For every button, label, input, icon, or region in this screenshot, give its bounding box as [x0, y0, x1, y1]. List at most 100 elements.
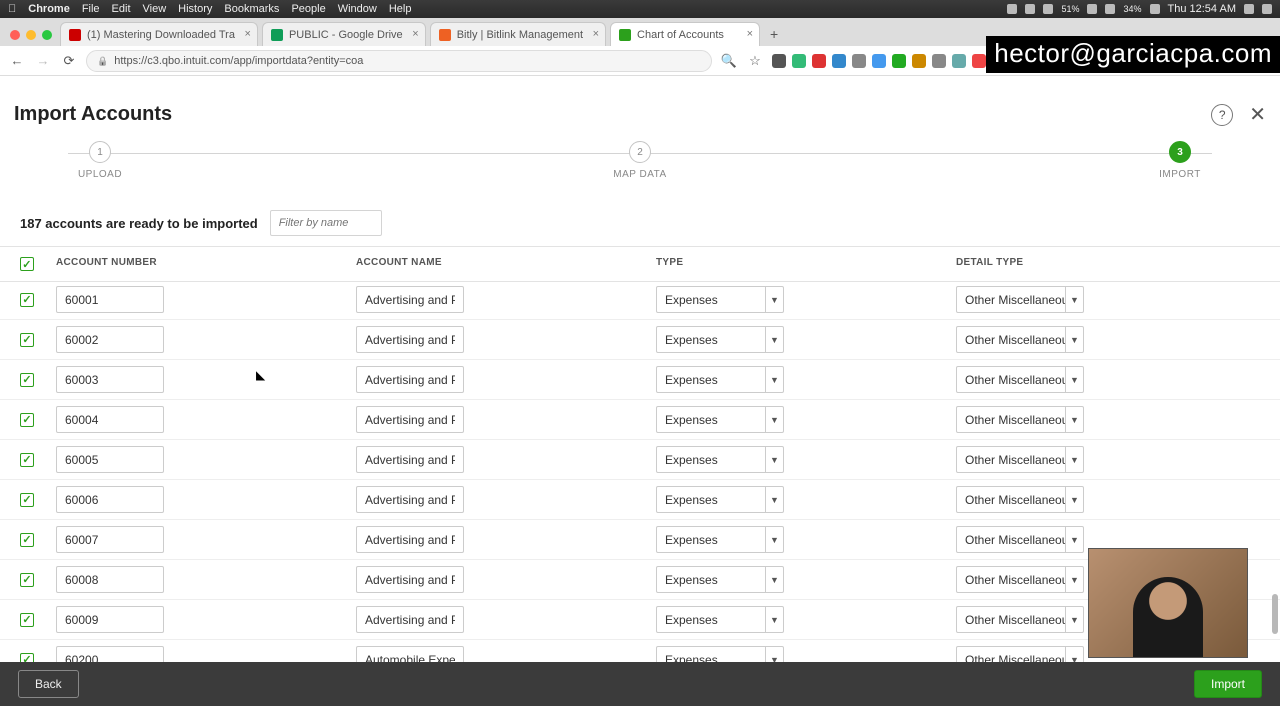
extension-icon[interactable] — [852, 54, 866, 68]
chevron-down-icon[interactable]: ▼ — [765, 367, 783, 392]
extension-icon[interactable] — [932, 54, 946, 68]
row-checkbox[interactable] — [20, 413, 34, 427]
account-name-input[interactable] — [356, 486, 464, 513]
chevron-down-icon[interactable]: ▼ — [1065, 527, 1083, 552]
account-name-input[interactable] — [356, 446, 464, 473]
detail-type-select[interactable]: Other Miscellaneous S ▼ — [956, 326, 1084, 353]
menu-window[interactable]: Window — [338, 3, 377, 15]
detail-type-select[interactable]: Other Miscellaneous S ▼ — [956, 446, 1084, 473]
browser-tab[interactable]: (1) Mastering Downloaded Tra × — [60, 22, 258, 46]
extension-icon[interactable] — [772, 54, 786, 68]
account-number-input[interactable] — [56, 606, 164, 633]
row-checkbox[interactable] — [20, 613, 34, 627]
browser-tab[interactable]: Chart of Accounts × — [610, 22, 760, 46]
type-select[interactable]: Expenses ▼ — [656, 486, 784, 513]
row-checkbox[interactable] — [20, 333, 34, 347]
detail-type-select[interactable]: Other Miscellaneous S ▼ — [956, 526, 1084, 553]
extension-icon[interactable] — [812, 54, 826, 68]
chevron-down-icon[interactable]: ▼ — [1065, 447, 1083, 472]
filter-input[interactable] — [270, 210, 382, 236]
account-number-input[interactable] — [56, 446, 164, 473]
browser-tab[interactable]: PUBLIC - Google Drive × — [262, 22, 426, 46]
row-checkbox[interactable] — [20, 533, 34, 547]
chevron-down-icon[interactable]: ▼ — [1065, 367, 1083, 392]
detail-type-select[interactable]: Other Miscellaneous S ▼ — [956, 286, 1084, 313]
chevron-down-icon[interactable]: ▼ — [765, 527, 783, 552]
account-name-input[interactable] — [356, 406, 464, 433]
menu-people[interactable]: People — [291, 3, 325, 15]
type-select[interactable]: Expenses ▼ — [656, 566, 784, 593]
chevron-down-icon[interactable]: ▼ — [765, 447, 783, 472]
menu-history[interactable]: History — [178, 3, 212, 15]
account-number-input[interactable] — [56, 366, 164, 393]
apple-icon[interactable] — [8, 3, 16, 15]
extension-icon[interactable] — [892, 54, 906, 68]
zoom-icon[interactable]: 🔍 — [720, 52, 738, 70]
chevron-down-icon[interactable]: ▼ — [1065, 407, 1083, 432]
close-tab-icon[interactable]: × — [245, 28, 251, 40]
maximize-window[interactable] — [42, 30, 52, 40]
account-name-input[interactable] — [356, 326, 464, 353]
extension-icon[interactable] — [872, 54, 886, 68]
close-tab-icon[interactable]: × — [412, 28, 418, 40]
close-icon[interactable]: ✕ — [1249, 102, 1266, 127]
menu-bookmarks[interactable]: Bookmarks — [224, 3, 279, 15]
type-select[interactable]: Expenses ▼ — [656, 326, 784, 353]
type-select[interactable]: Expenses ▼ — [656, 286, 784, 313]
chevron-down-icon[interactable]: ▼ — [1065, 487, 1083, 512]
new-tab[interactable]: + — [764, 26, 784, 46]
reload[interactable]: ⟳ — [60, 52, 78, 70]
extension-icon[interactable] — [972, 54, 986, 68]
chevron-down-icon[interactable]: ▼ — [765, 287, 783, 312]
detail-type-select[interactable]: Other Miscellaneous S ▼ — [956, 486, 1084, 513]
chevron-down-icon[interactable]: ▼ — [1065, 607, 1083, 632]
chevron-down-icon[interactable]: ▼ — [765, 567, 783, 592]
url-box[interactable]: https://c3.qbo.intuit.com/app/importdata… — [86, 50, 712, 72]
chevron-down-icon[interactable]: ▼ — [765, 607, 783, 632]
extension-icon[interactable] — [912, 54, 926, 68]
account-name-input[interactable] — [356, 286, 464, 313]
detail-type-select[interactable]: Other Miscellaneous S ▼ — [956, 366, 1084, 393]
row-checkbox[interactable] — [20, 493, 34, 507]
chevron-down-icon[interactable]: ▼ — [765, 487, 783, 512]
close-tab-icon[interactable]: × — [747, 28, 753, 40]
app-name[interactable]: Chrome — [28, 3, 70, 15]
account-name-input[interactable] — [356, 366, 464, 393]
detail-type-select[interactable]: Other Miscellaneous S ▼ — [956, 606, 1084, 633]
account-number-input[interactable] — [56, 406, 164, 433]
chevron-down-icon[interactable]: ▼ — [765, 407, 783, 432]
menu-file[interactable]: File — [82, 3, 100, 15]
menu-view[interactable]: View — [143, 3, 167, 15]
type-select[interactable]: Expenses ▼ — [656, 366, 784, 393]
type-select[interactable]: Expenses ▼ — [656, 446, 784, 473]
chevron-down-icon[interactable]: ▼ — [1065, 287, 1083, 312]
menu-edit[interactable]: Edit — [112, 3, 131, 15]
account-name-input[interactable] — [356, 566, 464, 593]
scrollbar-thumb[interactable] — [1272, 594, 1278, 634]
detail-type-select[interactable]: Other Miscellaneous S ▼ — [956, 566, 1084, 593]
type-select[interactable]: Expenses ▼ — [656, 526, 784, 553]
star-icon[interactable]: ☆ — [746, 52, 764, 70]
account-number-input[interactable] — [56, 526, 164, 553]
chevron-down-icon[interactable]: ▼ — [765, 327, 783, 352]
chevron-down-icon[interactable]: ▼ — [1065, 327, 1083, 352]
account-number-input[interactable] — [56, 566, 164, 593]
type-select[interactable]: Expenses ▼ — [656, 406, 784, 433]
select-all-checkbox[interactable] — [20, 257, 34, 271]
type-select[interactable]: Expenses ▼ — [656, 606, 784, 633]
account-name-input[interactable] — [356, 606, 464, 633]
back-button[interactable]: Back — [18, 670, 79, 698]
extension-icon[interactable] — [792, 54, 806, 68]
row-checkbox[interactable] — [20, 293, 34, 307]
extension-icon[interactable] — [832, 54, 846, 68]
minimize-window[interactable] — [26, 30, 36, 40]
help-icon[interactable]: ? — [1211, 104, 1233, 126]
row-checkbox[interactable] — [20, 573, 34, 587]
hamburger-icon[interactable] — [1262, 4, 1272, 14]
close-tab-icon[interactable]: × — [593, 28, 599, 40]
import-button[interactable]: Import — [1194, 670, 1262, 698]
account-number-input[interactable] — [56, 326, 164, 353]
account-number-input[interactable] — [56, 286, 164, 313]
spotlight-icon[interactable] — [1244, 4, 1254, 14]
extension-icon[interactable] — [952, 54, 966, 68]
